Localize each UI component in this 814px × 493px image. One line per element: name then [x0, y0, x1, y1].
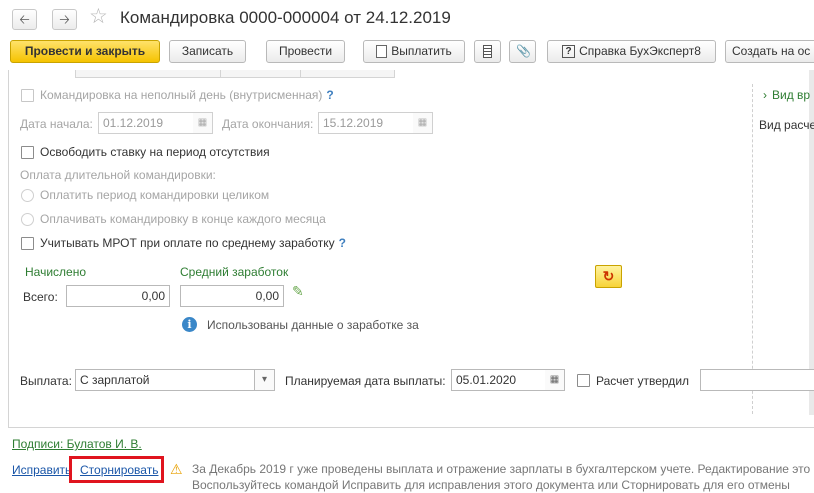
calc-type-label: Вид расче [759, 118, 814, 132]
total-label: Всего: [23, 290, 58, 304]
calc-approved-label: Расчет утвердил [596, 374, 690, 388]
reference-button-label: Справка БухЭксперт8 [579, 44, 701, 58]
warning-icon: ⚠ [170, 461, 183, 477]
reference-button[interactable]: ? Справка БухЭксперт8 [547, 40, 716, 63]
expand-view-toggle[interactable]: › Вид вр [763, 88, 810, 102]
refresh-icon: ↻ [602, 268, 615, 284]
long-payment-label: Оплата длительной командировки: [20, 168, 216, 182]
warning-text-line2: Воспользуйтесь командой Исправить для ис… [192, 478, 790, 492]
help-mark[interactable]: ? [339, 236, 346, 250]
radio-pay-monthly[interactable] [21, 213, 34, 226]
save-button[interactable]: Записать [169, 40, 246, 63]
end-date-input[interactable]: 15.12.2019 [318, 112, 414, 134]
calendar-icon[interactable]: ▦ [413, 112, 433, 134]
radio-pay-whole[interactable] [21, 189, 34, 202]
calc-approved-checkbox[interactable] [577, 374, 590, 387]
start-date-label: Дата начала: [20, 117, 93, 131]
pay-button[interactable]: Выплатить [363, 40, 465, 63]
post-button[interactable]: Провести [266, 40, 345, 63]
refresh-button[interactable]: ↻ [595, 265, 622, 288]
list-icon [483, 45, 492, 59]
attach-button[interactable]: 📎 [509, 40, 536, 63]
start-date-input[interactable]: 01.12.2019 [98, 112, 194, 134]
back-button[interactable]: 🡠 [12, 9, 37, 30]
calendar-icon[interactable]: ▦ [193, 112, 213, 134]
chevron-right-icon: › [763, 88, 767, 102]
info-icon: i [182, 317, 197, 332]
chevron-down-icon[interactable]: ▾ [255, 369, 275, 391]
release-rate-checkbox[interactable] [21, 146, 34, 159]
storno-link[interactable]: Сторнировать [80, 463, 158, 477]
arrow-left-icon: 🡠 [19, 12, 30, 27]
payout-label: Выплата: [20, 374, 72, 388]
earnings-info-text: Использованы данные о заработке за [207, 318, 419, 332]
end-date-label: Дата окончания: [222, 117, 314, 131]
release-rate-label: Освободить ставку на период отсутствия [40, 145, 270, 159]
help-mark[interactable]: ? [326, 88, 333, 102]
tab-divider [300, 70, 301, 78]
create-based-on-button[interactable]: Создать на ос [725, 40, 814, 63]
tab-divider [220, 70, 221, 78]
pay-button-label: Выплатить [391, 44, 452, 58]
paperclip-icon: 📎 [516, 44, 531, 58]
fix-link[interactable]: Исправить [12, 463, 71, 477]
payout-select[interactable]: С зарплатой [75, 369, 255, 391]
signatures-link[interactable]: Подписи: Булатов И. В. [12, 437, 142, 451]
planned-date-label: Планируемая дата выплаты: [285, 374, 446, 388]
partial-day-checkbox[interactable] [21, 89, 34, 102]
mrot-checkbox[interactable] [21, 237, 34, 250]
avg-earnings-field[interactable]: 0,00 [180, 285, 284, 307]
pencil-icon[interactable]: ✎ [292, 283, 304, 300]
arrow-right-icon: 🡢 [59, 12, 70, 27]
partial-day-label: Командировка на неполный день (внутрисме… [40, 88, 334, 102]
warning-text-line1: За Декабрь 2019 г уже проведены выплата … [192, 462, 811, 476]
tab-strip [75, 70, 395, 78]
planned-date-input[interactable]: 05.01.2020 [451, 369, 546, 391]
help-icon: ? [562, 45, 576, 59]
post-and-close-button[interactable]: Провести и закрыть [10, 40, 160, 63]
radio-pay-monthly-label: Оплачивать командировку в конце каждого … [40, 212, 326, 226]
star-icon[interactable]: ☆ [89, 6, 108, 28]
page-title: Командировка 0000-000004 от 24.12.2019 [120, 8, 451, 27]
forward-button[interactable]: 🡢 [52, 9, 77, 30]
approved-by-field[interactable] [700, 369, 814, 391]
panel-divider [752, 84, 753, 414]
list-button[interactable] [474, 40, 501, 63]
document-icon [376, 45, 388, 59]
radio-pay-whole-label: Оплатить период командировки целиком [40, 188, 270, 202]
avg-earnings-header: Средний заработок [180, 265, 289, 279]
calendar-icon[interactable]: ▦ [545, 369, 565, 391]
accrued-total-field[interactable]: 0,00 [66, 285, 170, 307]
mrot-label: Учитывать МРОТ при оплате по среднему за… [40, 236, 346, 250]
accrued-header: Начислено [25, 265, 87, 279]
